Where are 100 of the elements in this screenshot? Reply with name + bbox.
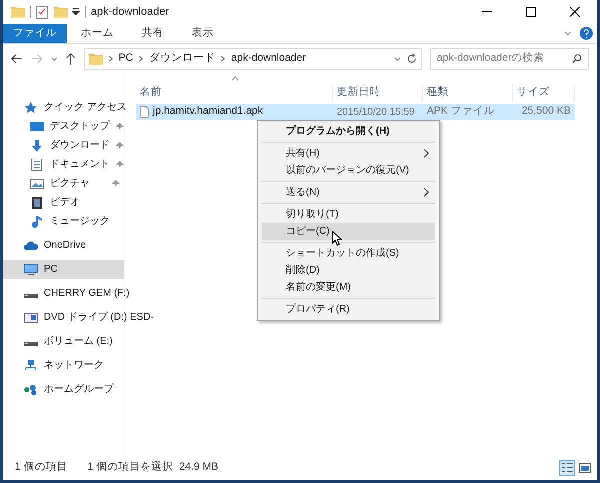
chevron-right-icon[interactable]: [139, 56, 144, 62]
sidebar-item[interactable]: ダウンロード: [3, 136, 128, 155]
column-header[interactable]: サイズ: [513, 84, 575, 102]
ribbon-tab[interactable]: 表示: [178, 24, 228, 43]
file-size: 25,500 KB: [520, 104, 572, 120]
up-arrow-icon[interactable]: [66, 53, 76, 65]
menu-item[interactable]: プロパティ(R): [262, 301, 435, 318]
mouse-cursor-icon: [332, 231, 342, 246]
thumbnail-icon: [579, 463, 591, 473]
sidebar-label: ビデオ: [50, 196, 81, 210]
chevron-down-icon[interactable]: [394, 56, 402, 62]
file-icon: [140, 106, 149, 118]
details-view-button[interactable]: [559, 460, 575, 476]
sidebar-label: ドキュメント: [50, 158, 110, 172]
modified-date: 2015/10/20 15:59: [336, 106, 416, 120]
item-count: 1 個の項目: [15, 460, 68, 476]
image-icon: [30, 178, 44, 190]
menu-item[interactable]: 削除(D): [262, 262, 435, 279]
drive-icon: [24, 342, 38, 346]
homegroup-icon: [24, 384, 38, 396]
menu-item[interactable]: ショートカットの作成(S): [262, 245, 435, 262]
checklist-icon[interactable]: [36, 6, 48, 18]
sidebar-label: デスクトップ: [50, 120, 110, 134]
menu-item[interactable]: プログラムから開く(H): [262, 123, 435, 140]
sidebar-item[interactable]: ミュージック: [3, 212, 124, 231]
down-arrow-icon: [30, 140, 44, 152]
close-icon: [570, 7, 580, 17]
search-field[interactable]: apk-downloaderの検索: [430, 48, 590, 70]
column-header[interactable]: 種類: [423, 84, 513, 102]
sidebar-label: ネットワーク: [44, 359, 105, 373]
sidebar-label: OneDrive: [44, 239, 88, 253]
sidebar-label: ホームグループ: [44, 382, 116, 397]
sidebar-item[interactable]: デスクトップ: [3, 117, 128, 136]
sidebar-label: クイック アクセス: [44, 101, 127, 115]
selection-info: 1 個の項目を選択 24.9 MB: [88, 460, 218, 476]
sidebar-label: PC: [44, 263, 59, 277]
document-icon: [30, 158, 44, 170]
menu-item[interactable]: 以前のバージョンの復元(V): [262, 162, 435, 179]
file-name: jp.hamitv.hamiand1.apk: [153, 104, 264, 120]
film-icon: [30, 196, 44, 208]
sidebar-label: ダウンロード: [50, 139, 110, 153]
thumbnail-view-button[interactable]: [577, 460, 593, 476]
ribbon-tab[interactable]: 共有: [128, 24, 178, 43]
pin-icon: [112, 180, 120, 188]
dropdown-icon[interactable]: [72, 8, 80, 16]
disc-drive-icon: [24, 312, 38, 324]
monitor-icon: [24, 264, 38, 276]
help-icon[interactable]: [580, 27, 593, 40]
search-icon[interactable]: [572, 54, 582, 64]
new-folder-icon: [54, 6, 68, 18]
sidebar-label: ボリューム (E:): [44, 335, 114, 349]
sort-caret-icon: [232, 76, 239, 81]
chevron-down-icon[interactable]: [564, 30, 572, 36]
breadcrumb[interactable]: ダウンロード: [149, 51, 216, 67]
cloud-icon: [24, 240, 38, 252]
sidebar-item[interactable]: ビデオ: [3, 193, 124, 212]
sidebar-item[interactable]: クイック アクセス: [3, 98, 131, 117]
chevron-down-icon[interactable]: [50, 56, 58, 62]
sidebar-item[interactable]: ホームグループ: [3, 380, 124, 399]
pin-icon: [116, 160, 124, 168]
back-arrow-icon[interactable]: [11, 54, 23, 64]
column-header[interactable]: 名前: [136, 84, 333, 102]
menu-item[interactable]: 送る(N): [262, 184, 435, 201]
pin-icon: [116, 142, 124, 150]
refresh-icon[interactable]: [407, 54, 418, 64]
sidebar-item[interactable]: PC: [3, 260, 124, 279]
chevron-right-icon[interactable]: [108, 56, 113, 62]
folder-icon: [11, 6, 25, 18]
sidebar-label: ミュージック: [50, 215, 111, 229]
sidebar-item[interactable]: CHERRY GEM (F:): [3, 284, 134, 303]
address-bar[interactable]: PC ダウンロード apk-downloader: [84, 48, 422, 70]
ribbon-tab[interactable]: ホーム: [67, 24, 128, 43]
sidebar-label: CHERRY GEM (F:): [44, 287, 130, 301]
music-note-icon: [30, 216, 44, 228]
menu-item[interactable]: 共有(H): [262, 145, 435, 162]
sidebar-label: DVD ドライブ (D:) ESD-: [44, 310, 154, 325]
sidebar-item[interactable]: ボリューム (E:): [3, 332, 124, 351]
folder-icon: [88, 53, 103, 65]
pin-icon: [116, 122, 124, 130]
column-header[interactable]: 更新日時: [333, 84, 423, 102]
window-title: apk-downloader: [91, 4, 170, 20]
drive-icon: [24, 294, 38, 298]
sidebar-item[interactable]: ピクチャ: [3, 174, 124, 193]
file-row[interactable]: jp.hamitv.hamiand1.apk 2015/10/20 15:59 APK ファイル 25,500 KB: [136, 104, 575, 120]
menu-item[interactable]: 切り取り(T): [262, 206, 435, 223]
desktop-icon: [30, 120, 44, 132]
breadcrumb[interactable]: PC: [118, 51, 134, 67]
sidebar-item[interactable]: ネットワーク: [3, 356, 124, 375]
sidebar-item[interactable]: OneDrive: [3, 236, 124, 255]
star-icon: [24, 102, 38, 114]
list-icon: [562, 463, 572, 473]
maximize-icon: [526, 7, 536, 17]
breadcrumb[interactable]: apk-downloader: [231, 51, 306, 67]
network-icon: [24, 360, 38, 372]
menu-item[interactable]: 名前の変更(M): [262, 279, 435, 296]
file-type: APK ファイル: [426, 104, 496, 120]
sidebar-item[interactable]: ドキュメント: [3, 155, 128, 174]
sidebar-item[interactable]: DVD ドライブ (D:) ESD-: [3, 308, 158, 327]
chevron-right-icon[interactable]: [221, 56, 226, 62]
file-tab[interactable]: ファイル: [3, 24, 67, 43]
